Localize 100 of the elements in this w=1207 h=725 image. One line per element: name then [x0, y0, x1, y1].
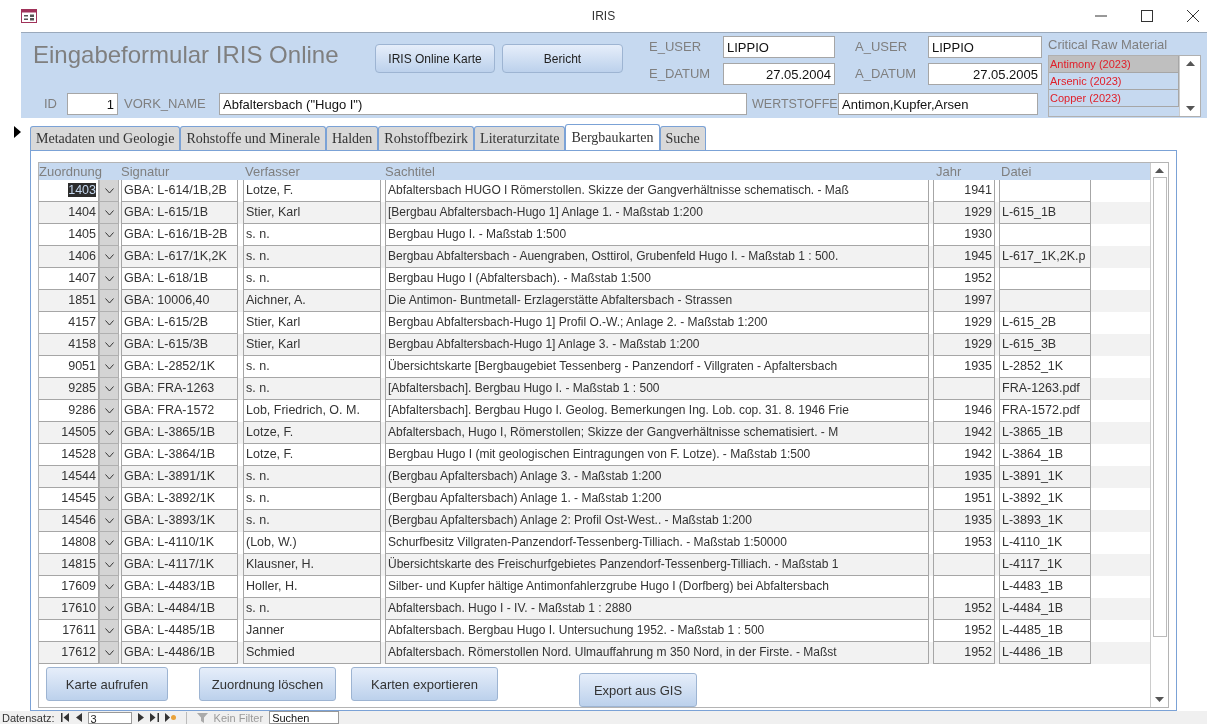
field-label: ID	[44, 95, 58, 113]
chevron-icon	[104, 407, 114, 414]
scroll-down-icon[interactable]	[1155, 697, 1164, 703]
chevron-icon	[104, 517, 114, 524]
chevron-icon	[104, 605, 114, 612]
chevron-icon	[104, 385, 114, 392]
window-title: IRIS	[591, 9, 616, 23]
dropdown-button[interactable]	[99, 400, 119, 422]
table-row[interactable]: 9285 GBA: FRA-1263 s. n. [Abfaltersbach]. Bergbau Hugo I. - Maßstab 1 : 500 FRA-1263.pdf	[39, 378, 1150, 400]
dropdown-button[interactable]	[99, 312, 119, 334]
dropdown-button[interactable]	[99, 290, 119, 312]
funnel-icon	[196, 712, 208, 723]
new-record-icon[interactable]	[164, 713, 176, 722]
field-label: VORK_NAME	[124, 95, 207, 113]
chevron-icon	[104, 627, 114, 634]
chevron-icon	[104, 187, 114, 194]
scrollbar[interactable]	[1179, 56, 1200, 116]
input-field[interactable]: LIPPIO	[928, 36, 1042, 58]
scrollbar[interactable]	[1150, 163, 1168, 707]
input-field[interactable]: 27.05.2005	[928, 63, 1042, 85]
input-field[interactable]: Abfaltersbach ("Hugo I")	[219, 93, 747, 115]
input-field[interactable]: 1	[67, 93, 118, 115]
chevron-icon	[104, 253, 114, 260]
dropdown-button[interactable]	[99, 642, 119, 664]
record-selector-icon	[14, 126, 21, 138]
dropdown-button[interactable]	[99, 268, 119, 290]
dropdown-button[interactable]	[99, 532, 119, 554]
form-title: Eingabeformular IRIS Online	[33, 41, 340, 69]
dropdown-button[interactable]	[99, 378, 119, 400]
tab[interactable]: Rohstoffe und Minerale	[180, 126, 326, 150]
search-field[interactable]: Suchen	[269, 711, 340, 724]
header-button[interactable]: Bericht	[502, 44, 623, 73]
input-field[interactable]: LIPPIO	[723, 36, 835, 58]
dropdown-button[interactable]	[99, 620, 119, 642]
field-label: E_DATUM	[649, 65, 712, 83]
header-button[interactable]: IRIS Online Karte	[375, 44, 495, 73]
table-row[interactable]: 14815 GBA: L-4117/1K Klausner, H. Übersichtskarte des Freischurfgebietes Panzendorf-Tessenberg-Tilliach. - Maßstab 1 L-4117_1K	[39, 554, 1150, 576]
dropdown-button[interactable]	[99, 422, 119, 444]
field-label: A_DATUM	[854, 65, 918, 83]
scroll-down-icon[interactable]	[1185, 106, 1195, 112]
previous-record-icon[interactable]	[75, 713, 82, 722]
table-row[interactable]: 4158 GBA: L-615/3B Stier, Karl Bergbau Abfaltersbach-Hugo 1] Anlage 3. - Maßstab 1:200 1929 L-615_3B	[39, 334, 1150, 356]
dropdown-button[interactable]	[99, 510, 119, 532]
action-button[interactable]: Export aus GIS	[579, 673, 697, 707]
action-button[interactable]: Karten exportieren	[351, 667, 498, 701]
tab[interactable]: Bergbaukarten	[565, 124, 660, 150]
dropdown-button[interactable]	[99, 466, 119, 488]
table-row[interactable]: 1404 GBA: L-615/1B Stier, Karl [Bergbau Abfaltersbach-Hugo 1] Anlage 1. - Maßstab 1:200 1929 L-615_1B	[39, 202, 1150, 224]
dropdown-button[interactable]	[99, 554, 119, 576]
chevron-icon	[104, 539, 114, 546]
tab[interactable]: Rohstoffbezirk	[378, 126, 475, 150]
table-row[interactable]: 1406 GBA: L-617/1K,2K s. n. Bergbau Abfaltersbach - Auengraben, Osttirol, Grubenfeld Hugo I. - Maßstab 1 : 500. 1945 L-617_1K,2K.p	[39, 246, 1150, 268]
table-row[interactable]: 14544 GBA: L-3891/1K s. n. (Bergbau Apfaltersbach) Anlage 3. - Maßstab 1:200 1935 L-3891_1K	[39, 466, 1150, 488]
table-row[interactable]: 1851 GBA: 10006,40 Aichner, A. Die Antimon- Buntmetall- Erzlagerstätte Abfaltersbach - Strassen 1997	[39, 290, 1150, 312]
chevron-icon	[104, 495, 114, 502]
tab[interactable]: Literaturzitate	[474, 126, 566, 150]
chevron-icon	[104, 363, 114, 370]
last-record-icon[interactable]	[149, 713, 159, 722]
dropdown-button[interactable]	[99, 224, 119, 246]
chevron-icon	[104, 473, 114, 480]
record-label: Datensatz:	[1, 711, 55, 724]
action-button[interactable]: Karte aufrufen	[46, 667, 168, 701]
tab[interactable]: Suche	[659, 126, 706, 150]
close-icon[interactable]	[1187, 10, 1199, 22]
table-row[interactable]: 17612 GBA: L-4486/1B Schmied Abfaltersbach. Römerstollen Nord. Ulmauffahrung m 350 Nord, in der Firste. - Maßst 1952 L-4486_1B	[39, 642, 1150, 664]
dropdown-button[interactable]	[99, 334, 119, 356]
first-record-icon[interactable]	[60, 713, 70, 722]
chevron-icon	[104, 231, 114, 238]
scroll-up-icon[interactable]	[1185, 60, 1195, 66]
chevron-icon	[104, 341, 114, 348]
column-header: Sachtitel	[385, 164, 436, 179]
dropdown-button[interactable]	[99, 246, 119, 268]
tab[interactable]: Metadaten und Geologie	[30, 126, 181, 150]
dropdown-button[interactable]	[99, 202, 119, 224]
action-button[interactable]: Zuordnung löschen	[199, 667, 336, 701]
table-row[interactable]: 14505 GBA: L-3865/1B Lotze, F. Abfaltersbach, Hugo I, Römerstollen; Skizze der Gangverhältnisse schematisiert. - M 1942 L-3865_1B	[39, 422, 1150, 444]
dropdown-button[interactable]	[99, 356, 119, 378]
field-label: A_USER	[854, 38, 909, 56]
chevron-icon	[104, 561, 114, 568]
chevron-icon	[104, 319, 114, 326]
input-field[interactable]: Antimon,Kupfer,Arsen	[838, 93, 1038, 115]
maximize-icon[interactable]	[1141, 10, 1153, 22]
column-header: Jahr	[936, 164, 963, 179]
column-header: Datei	[1001, 164, 1032, 179]
form-icon	[21, 9, 37, 23]
tab[interactable]: Halden	[325, 126, 379, 150]
dropdown-button[interactable]	[99, 180, 119, 202]
dropdown-button[interactable]	[99, 598, 119, 620]
dropdown-button[interactable]	[99, 576, 119, 598]
dropdown-button[interactable]	[99, 488, 119, 510]
input-field[interactable]: 27.05.2004	[723, 63, 835, 85]
scroll-up-icon[interactable]	[1155, 167, 1164, 173]
column-header: Signatur	[121, 164, 171, 179]
table-row[interactable]: 17610 GBA: L-4484/1B s. n. Abfaltersbach. Hugo I - IV. - Maßstab 1 : 2880 1952 L-4484_1B	[39, 598, 1150, 620]
next-record-icon[interactable]	[137, 713, 144, 722]
chevron-icon	[104, 429, 114, 436]
chevron-icon	[104, 583, 114, 590]
dropdown-button[interactable]	[99, 444, 119, 466]
record-number-field[interactable]: 3	[87, 711, 132, 724]
table-row[interactable]: 14546 GBA: L-3893/1K s. n. (Bergbau Apfaltersbach) Anlage 2: Profil Ost-West.. - Maßstab 1:200 1935 L-3893_1K	[39, 510, 1150, 532]
